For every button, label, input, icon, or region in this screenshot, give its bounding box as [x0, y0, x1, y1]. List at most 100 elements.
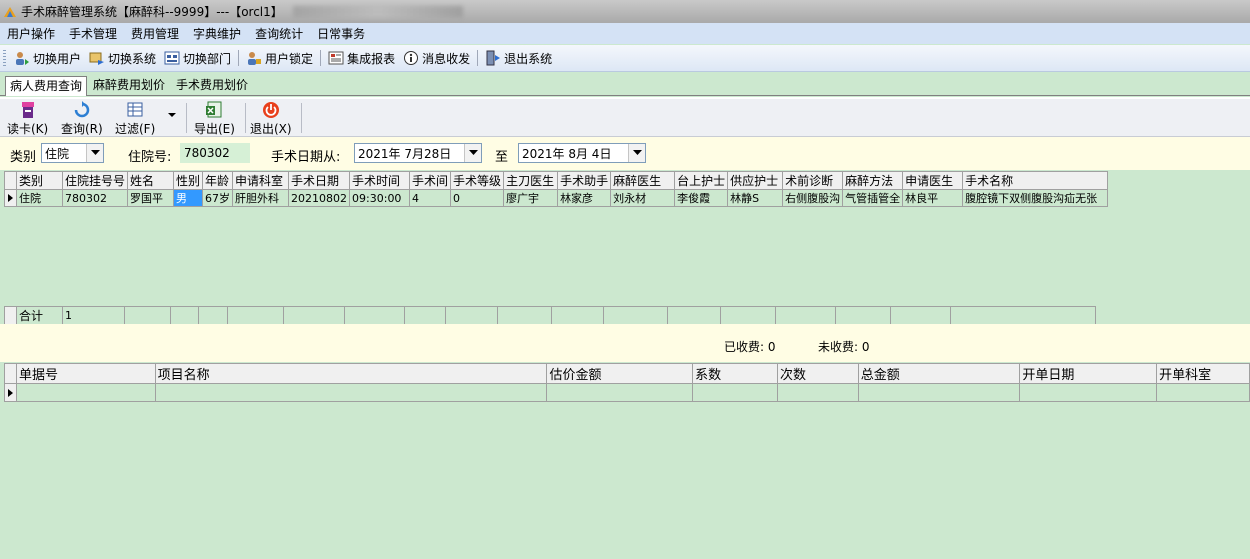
exit-door-icon [486, 50, 501, 66]
col-room[interactable]: 手术间 [409, 171, 452, 190]
user-lock-button[interactable]: 用户锁定 [242, 50, 317, 67]
excel-export-icon [206, 101, 222, 118]
tab-anesthesia-fee-pricing[interactable]: 麻醉费用划价 [89, 76, 169, 94]
col-supply-nurse[interactable]: 供应护士 [727, 171, 784, 190]
table-row[interactable] [4, 383, 1250, 402]
cell-preop-diagnosis[interactable]: 右侧腹股沟 [782, 189, 844, 207]
chevron-down-icon [90, 150, 100, 155]
export-button[interactable]: 导出(E) [194, 101, 235, 137]
cell-assistant[interactable]: 林家彦 [557, 189, 612, 207]
exit-system-button[interactable]: 退出系统 [481, 50, 556, 67]
filter-button[interactable]: 过滤(F) [115, 101, 155, 137]
action-separator [186, 103, 187, 133]
cell-surgery-name[interactable]: 腹腔镜下双侧腹股沟疝无张 [962, 189, 1109, 207]
surgery-header-row: 类别 住院挂号号 姓名 性别 年龄 申请科室 手术日期 手术时间 手术间 手术等… [4, 171, 1109, 190]
read-card-button[interactable]: 读卡(K) [7, 101, 48, 137]
messages-button[interactable]: 消息收发 [399, 50, 474, 67]
cell-age[interactable]: 67岁 [202, 189, 234, 207]
date-from-picker[interactable]: 2021年 7月28日 [354, 143, 482, 163]
col-bill-dept[interactable]: 开单科室 [1156, 363, 1250, 384]
fee-row-indicator-header [4, 363, 17, 384]
toolbar-grip[interactable] [3, 50, 6, 66]
main-toolbar: 切换用户 切换系统 切换部门 用户锁定 集成报表 消息收发 退出系统 [0, 45, 1250, 72]
menu-daily-affairs[interactable]: 日常事务 [310, 25, 372, 42]
cell-category[interactable]: 住院 [16, 189, 63, 207]
col-times[interactable]: 次数 [776, 363, 859, 384]
col-reg-no[interactable]: 住院挂号号 [61, 171, 129, 190]
tab-surgery-fee-pricing[interactable]: 手术费用划价 [172, 76, 252, 94]
app-logo-icon [4, 6, 16, 17]
cell-requesting-doctor[interactable]: 林良平 [902, 189, 964, 207]
category-select[interactable]: 住院 [41, 143, 104, 163]
switch-system-button[interactable]: 切换系统 [85, 50, 160, 67]
integrated-report-button[interactable]: 集成报表 [324, 50, 399, 67]
cell-dept[interactable]: 肝胆外科 [232, 189, 290, 207]
col-total-amount[interactable]: 总金额 [857, 363, 1021, 384]
menu-fee-mgmt[interactable]: 费用管理 [124, 25, 186, 42]
col-bill-no[interactable]: 单据号 [15, 363, 156, 384]
col-level[interactable]: 手术等级 [450, 171, 505, 190]
chevron-down-icon [168, 113, 176, 117]
filter-dropdown-button[interactable] [166, 109, 178, 123]
table-row[interactable]: 住院 780302 罗国平 男 67岁 肝胆外科 20210802 09:30:… [4, 189, 1109, 207]
surgery-records-grid: 类别 住院挂号号 姓名 性别 年龄 申请科室 手术日期 手术时间 手术间 手术等… [0, 171, 1250, 325]
col-age[interactable]: 年龄 [202, 171, 234, 190]
switch-dept-button[interactable]: 切换部门 [160, 50, 235, 67]
col-surgery-time[interactable]: 手术时间 [349, 171, 411, 190]
switch-dept-label: 切换部门 [183, 51, 232, 66]
menu-query-stats[interactable]: 查询统计 [248, 25, 310, 42]
switch-dept-icon [164, 51, 180, 65]
cell-level[interactable]: 0 [450, 189, 505, 207]
col-dept[interactable]: 申请科室 [232, 171, 290, 190]
date-to-dropdown-arrow[interactable] [628, 144, 645, 162]
query-button[interactable]: 查询(R) [61, 101, 103, 137]
user-lock-icon [248, 52, 262, 65]
col-assistant[interactable]: 手术助手 [557, 171, 612, 190]
cell-sex[interactable]: 男 [173, 189, 204, 207]
messages-label: 消息收发 [422, 51, 471, 66]
menu-bar: 用户操作 手术管理 费用管理 字典维护 查询统计 日常事务 [0, 23, 1250, 44]
col-surgeon[interactable]: 主刀医生 [503, 171, 559, 190]
menu-surgery-mgmt[interactable]: 手术管理 [62, 25, 124, 42]
menu-user-ops[interactable]: 用户操作 [0, 25, 62, 42]
col-coefficient[interactable]: 系数 [692, 363, 778, 384]
col-sex[interactable]: 性别 [173, 171, 204, 190]
cell-surgeon[interactable]: 廖广宇 [503, 189, 559, 207]
switch-user-button[interactable]: 切换用户 [10, 50, 85, 67]
cell-room[interactable]: 4 [409, 189, 452, 207]
cell-scrub-nurse[interactable]: 李俊霞 [674, 189, 729, 207]
col-anesthetist[interactable]: 麻醉医生 [610, 171, 676, 190]
cell-surgery-time[interactable]: 09:30:00 [349, 189, 411, 207]
col-anesthesia-method[interactable]: 麻醉方法 [842, 171, 904, 190]
exit-button[interactable]: 退出(X) [250, 101, 292, 137]
date-from-dropdown-arrow[interactable] [464, 144, 481, 162]
col-name[interactable]: 姓名 [127, 171, 175, 190]
col-category[interactable]: 类别 [16, 171, 63, 190]
window-title: 手术麻醉管理系统【麻醉科--9999】---【orcl1】 [21, 5, 283, 19]
fee-current-row-indicator [4, 383, 17, 402]
inpatient-no-value: 780302 [184, 146, 230, 160]
cell-anesthetist[interactable]: 刘永材 [610, 189, 676, 207]
col-surgery-date[interactable]: 手术日期 [288, 171, 351, 190]
filter-label: 过滤(F) [115, 122, 156, 136]
tab-patient-fee-query[interactable]: 病人费用查询 [5, 76, 88, 96]
col-surgery-name[interactable]: 手术名称 [962, 171, 1109, 190]
menu-dictionary[interactable]: 字典维护 [186, 25, 248, 42]
cell-name[interactable]: 罗国平 [127, 189, 175, 207]
inpatient-no-input[interactable]: 780302 [180, 143, 250, 163]
col-item-name[interactable]: 项目名称 [154, 363, 548, 384]
refresh-query-icon [74, 101, 90, 118]
date-to-picker[interactable]: 2021年 8月 4日 [518, 143, 646, 163]
fee-header-row: 单据号 项目名称 估价金额 系数 次数 总金额 开单日期 开单科室 [4, 363, 1250, 384]
cell-reg-no[interactable]: 780302 [61, 189, 129, 207]
col-scrub-nurse[interactable]: 台上护士 [674, 171, 729, 190]
category-dropdown-arrow[interactable] [86, 144, 103, 162]
cell-supply-nurse[interactable]: 林静S [727, 189, 784, 207]
col-bill-date[interactable]: 开单日期 [1019, 363, 1158, 384]
cell-anesthesia-method[interactable]: 气管插管全 [842, 189, 904, 207]
col-estimated-amount[interactable]: 估价金额 [546, 363, 694, 384]
cell-surgery-date[interactable]: 20210802 [288, 189, 351, 207]
col-preop-diagnosis[interactable]: 术前诊断 [782, 171, 844, 190]
col-requesting-doctor[interactable]: 申请医生 [902, 171, 964, 190]
filter-grid-icon [127, 102, 143, 117]
